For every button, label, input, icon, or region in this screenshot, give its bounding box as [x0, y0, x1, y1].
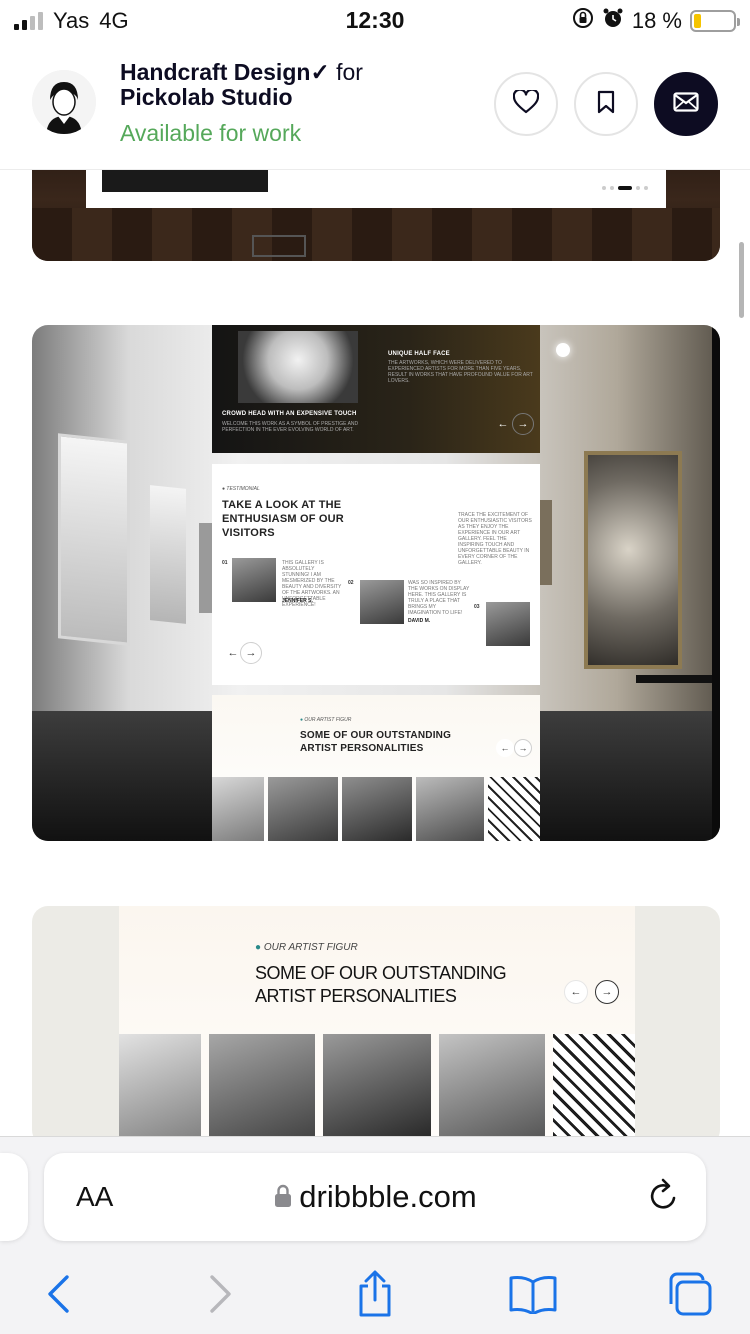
- carousel-dots: [602, 186, 648, 190]
- forward-icon[interactable]: [196, 1269, 246, 1319]
- tabs-icon[interactable]: [664, 1269, 714, 1319]
- address-bar[interactable]: AA dribbble.com: [44, 1153, 706, 1241]
- status-bar: Yas 4G 12:30 18 %: [0, 0, 750, 42]
- artist-thumb-2: [268, 777, 338, 841]
- artist-thumb-4: [416, 777, 484, 841]
- artists-mini-prev-icon[interactable]: ←: [496, 739, 514, 757]
- alarm-icon: [602, 7, 624, 34]
- visitor-photo-2: [360, 580, 404, 624]
- shot-title-block: Handcraft Design✓ for Pickolab Studio: [120, 60, 460, 110]
- card-title: CROWD HEAD WITH AN EXPENSIVE TOUCH: [222, 411, 357, 417]
- testimonial-name-1: JENNIFER S.: [282, 598, 313, 604]
- shot-artists-section[interactable]: ● OUR ARTIST FIGUR SOME OF OUR OUTSTANDI…: [32, 906, 720, 1146]
- avatar[interactable]: [32, 70, 96, 134]
- artist-photo-1: [119, 1034, 201, 1146]
- prev-arrow-icon[interactable]: ←: [492, 413, 514, 435]
- card-body-2: THE ARTWORKS, WHICH WERE DELIVERED TO EX…: [388, 360, 533, 384]
- testimonial-num-1: 01: [222, 560, 228, 566]
- wall-artwork-right: [540, 500, 552, 585]
- wall-artwork-1: [58, 433, 130, 646]
- artist-thumb-5: [488, 777, 540, 841]
- testimonial-name-2: DAVID M.: [408, 618, 431, 624]
- next-arrow-icon[interactable]: →: [512, 413, 534, 435]
- artist-photo-4: [439, 1034, 545, 1146]
- shot-title: Handcraft Design: [120, 59, 311, 85]
- heart-icon: [512, 88, 540, 119]
- testimonial-tag: ● TESTIMONIAL: [222, 486, 260, 492]
- testimonial-side-text: TRACE THE EXCITEMENT OF OUR ENTHUSIASTIC…: [458, 512, 532, 566]
- spotlight: [556, 343, 570, 357]
- back-icon[interactable]: [33, 1269, 83, 1319]
- testimonial-next-icon[interactable]: →: [240, 642, 262, 664]
- url-text: dribbble.com: [299, 1179, 477, 1214]
- floor-vent: [252, 235, 306, 257]
- testimonial-heading: TAKE A LOOK AT THE ENTHUSIASM OF OUR VIS…: [222, 499, 344, 539]
- card-title-2: UNIQUE HALF FACE: [388, 351, 450, 357]
- artists-heading: SOME OF OUR OUTSTANDING ARTIST PERSONALI…: [255, 963, 507, 1006]
- testimonial-num-2: 02: [348, 580, 354, 586]
- artist-thumb-1: [212, 777, 264, 841]
- previous-tab-peek[interactable]: [0, 1153, 28, 1241]
- mail-icon: [673, 91, 699, 117]
- artists-panel: ● OUR ARTIST FIGUR SOME OF OUR OUTSTANDI…: [119, 906, 635, 1146]
- artists-mini-heading: SOME OF OUR OUTSTANDING ARTIST PERSONALI…: [300, 730, 452, 754]
- shot-gallery-mockup[interactable]: CROWD HEAD WITH AN EXPENSIVE TOUCH WELCO…: [32, 325, 720, 841]
- artists-next-icon[interactable]: →: [595, 980, 619, 1004]
- wood-floor: [32, 208, 720, 261]
- sculpture-image: [238, 331, 358, 403]
- wall-artwork-2: [150, 485, 186, 624]
- save-button[interactable]: [574, 72, 638, 136]
- wall-artwork-3: [199, 523, 213, 613]
- availability-status[interactable]: Available for work: [120, 120, 301, 147]
- visitor-photo-1: [232, 558, 276, 602]
- bookmarks-icon[interactable]: [508, 1269, 558, 1319]
- status-right: 18 %: [572, 7, 740, 34]
- door-edge: [712, 325, 720, 841]
- artist-photo-5: [553, 1034, 635, 1146]
- portrait-artwork: [584, 451, 682, 669]
- lock-icon: [273, 1181, 293, 1217]
- pedestal: [636, 675, 720, 683]
- contact-button[interactable]: [654, 72, 718, 136]
- verified-check-icon: ✓: [310, 59, 330, 85]
- share-icon[interactable]: [350, 1269, 400, 1319]
- artist-thumb-3: [342, 777, 412, 841]
- testimonial-num-3: 03: [474, 604, 480, 610]
- url-display[interactable]: dribbble.com: [44, 1179, 706, 1217]
- artist-photo-3: [323, 1034, 431, 1146]
- rotation-lock-icon: [572, 7, 594, 34]
- artists-mini-next-icon[interactable]: →: [514, 739, 532, 757]
- shot-header: Handcraft Design✓ for Pickolab Studio Av…: [0, 42, 750, 170]
- website-dark-section: CROWD HEAD WITH AN EXPENSIVE TOUCH WELCO…: [212, 325, 540, 453]
- visitor-photo-3: [486, 602, 530, 646]
- reload-icon[interactable]: [646, 1177, 680, 1218]
- artists-mini-tag: ● OUR ARTIST FIGUR: [300, 717, 352, 723]
- battery-percent: 18 %: [631, 7, 682, 33]
- browser-toolbar: AA dribbble.com: [0, 1136, 750, 1334]
- shot-connector: for: [336, 59, 363, 85]
- artist-photo-2: [209, 1034, 315, 1146]
- bookmark-icon: [596, 90, 616, 119]
- page-scrollbar[interactable]: [739, 242, 744, 318]
- artists-tag: ● OUR ARTIST FIGUR: [255, 942, 358, 953]
- card-body: WELCOME THIS WORK AS A SYMBOL OF PRESTIG…: [222, 421, 359, 433]
- battery-icon: [690, 9, 740, 32]
- artists-mini-section: ● OUR ARTIST FIGUR SOME OF OUR OUTSTANDI…: [212, 695, 540, 841]
- team-name[interactable]: Pickolab Studio: [120, 84, 293, 110]
- artists-prev-icon[interactable]: ←: [564, 980, 588, 1004]
- testimonial-section: ● TESTIMONIAL TAKE A LOOK AT THE ENTHUSI…: [212, 464, 540, 685]
- testimonial-quote-2: WAS SO INSPIRED BY THE WORKS ON DISPLAY …: [408, 580, 470, 616]
- like-button[interactable]: [494, 72, 558, 136]
